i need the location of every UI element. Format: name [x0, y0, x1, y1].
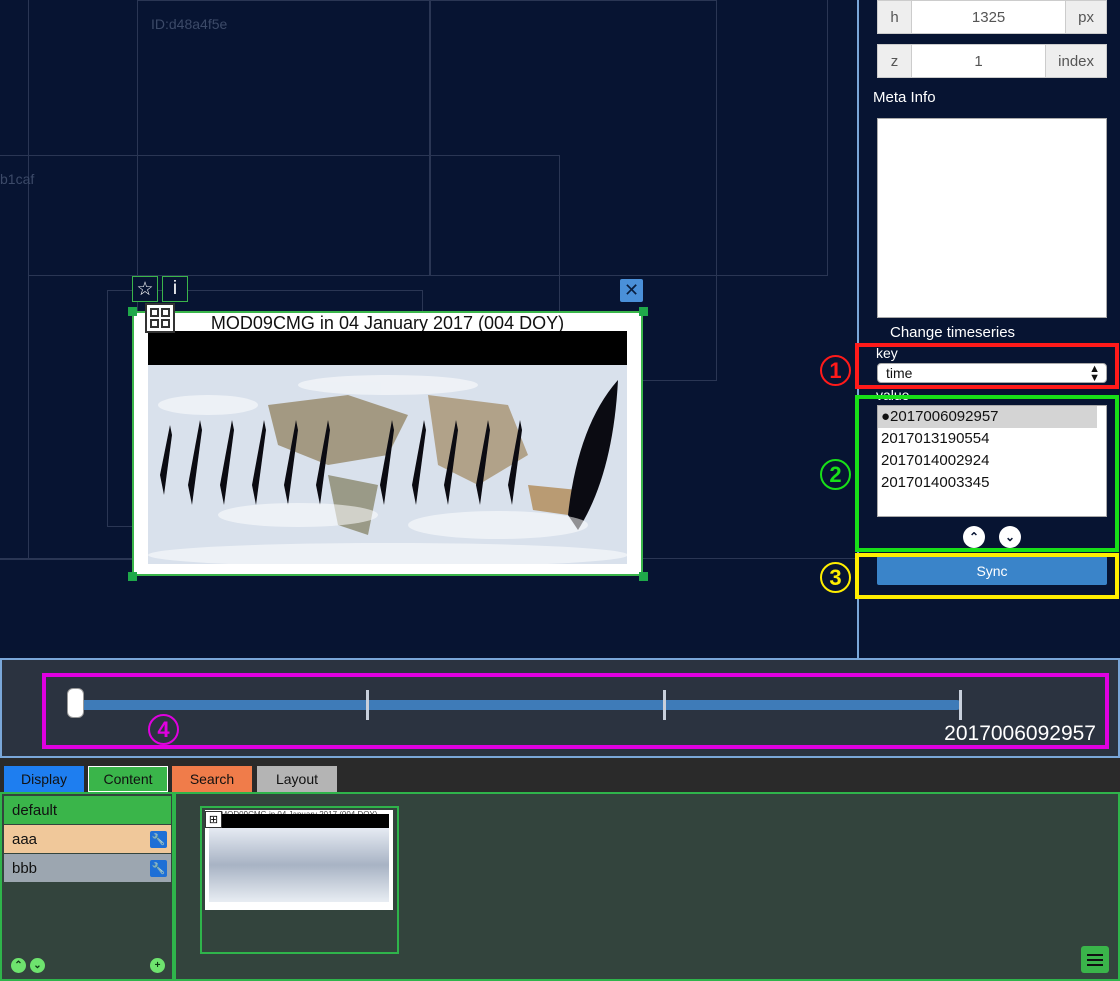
- zindex-input[interactable]: 1: [912, 45, 1045, 77]
- resize-handle[interactable]: [128, 572, 137, 581]
- resize-handle[interactable]: [128, 307, 137, 316]
- thumbnail-header-bar: [215, 814, 389, 828]
- add-group-icon[interactable]: +: [150, 958, 165, 973]
- wrench-icon[interactable]: 🔧: [150, 831, 167, 848]
- content-thumbnail[interactable]: MOD09CMG in 04 January 2017 (004 DOY) ⊞: [200, 806, 399, 954]
- zindex-unit: index: [1045, 45, 1106, 77]
- annotation-box-3: [855, 553, 1119, 599]
- grid-icon[interactable]: [145, 303, 175, 333]
- annotation-number-4: 4: [148, 714, 179, 745]
- window-id-label: ID:d48a4f5e: [151, 16, 228, 32]
- annotation-box-4: [42, 673, 1109, 749]
- thumbnail-map: [209, 828, 389, 902]
- meta-info-textarea[interactable]: [877, 118, 1107, 318]
- wrench-icon[interactable]: 🔧: [150, 860, 167, 877]
- group-label: bbb: [12, 859, 38, 877]
- height-prefix: h: [878, 1, 912, 33]
- annotation-box-2: [855, 395, 1119, 552]
- window-frame: [28, 0, 828, 276]
- meta-info-label: Meta Info: [873, 89, 936, 106]
- tab-layout[interactable]: Layout: [257, 766, 337, 792]
- info-icon[interactable]: i: [162, 276, 188, 302]
- content-window[interactable]: MOD09CMG in 04 January 2017 (004 DOY): [132, 311, 643, 576]
- tab-display[interactable]: Display: [4, 766, 84, 792]
- thumbnail-image: MOD09CMG in 04 January 2017 (004 DOY): [205, 810, 393, 910]
- height-unit: px: [1065, 1, 1106, 33]
- annotation-number-1: 1: [820, 355, 851, 386]
- zindex-input-group: z 1 index: [877, 44, 1107, 78]
- group-item-bbb[interactable]: bbb 🔧: [4, 854, 171, 882]
- display-canvas[interactable]: ID:d48a4f5e b1caf ☆ i ✕ MOD09CMG in 04 J…: [0, 0, 857, 658]
- tab-search[interactable]: Search: [172, 766, 252, 792]
- resize-handle[interactable]: [639, 307, 648, 316]
- satellite-map-image: [148, 365, 627, 564]
- star-icon[interactable]: ☆: [132, 276, 158, 302]
- tab-content[interactable]: Content: [88, 766, 168, 792]
- chevron-down-icon[interactable]: ⌄: [30, 958, 45, 973]
- group-item-aaa[interactable]: aaa 🔧: [4, 825, 171, 853]
- group-label: default: [12, 801, 58, 819]
- annotation-number-3: 3: [820, 562, 851, 593]
- window-id-label: b1caf: [0, 171, 35, 187]
- group-item-default[interactable]: default: [4, 796, 171, 824]
- resize-handle[interactable]: [639, 572, 648, 581]
- window-frame-divider: [28, 0, 29, 558]
- map-header-bar: [148, 331, 627, 365]
- height-input-group: h 1325 px: [877, 0, 1107, 34]
- zindex-prefix: z: [878, 45, 912, 77]
- chevron-up-icon[interactable]: ⌃: [11, 958, 26, 973]
- satellite-map-graphic: [148, 365, 627, 564]
- grid-icon[interactable]: ⊞: [205, 811, 222, 828]
- change-timeseries-label: Change timeseries: [890, 324, 1016, 341]
- close-icon[interactable]: ✕: [620, 279, 643, 302]
- annotation-number-2: 2: [820, 459, 851, 490]
- height-input[interactable]: 1325: [912, 1, 1065, 33]
- annotation-box-1: [855, 343, 1119, 389]
- group-label: aaa: [12, 830, 38, 848]
- hamburger-menu-icon[interactable]: [1081, 946, 1109, 973]
